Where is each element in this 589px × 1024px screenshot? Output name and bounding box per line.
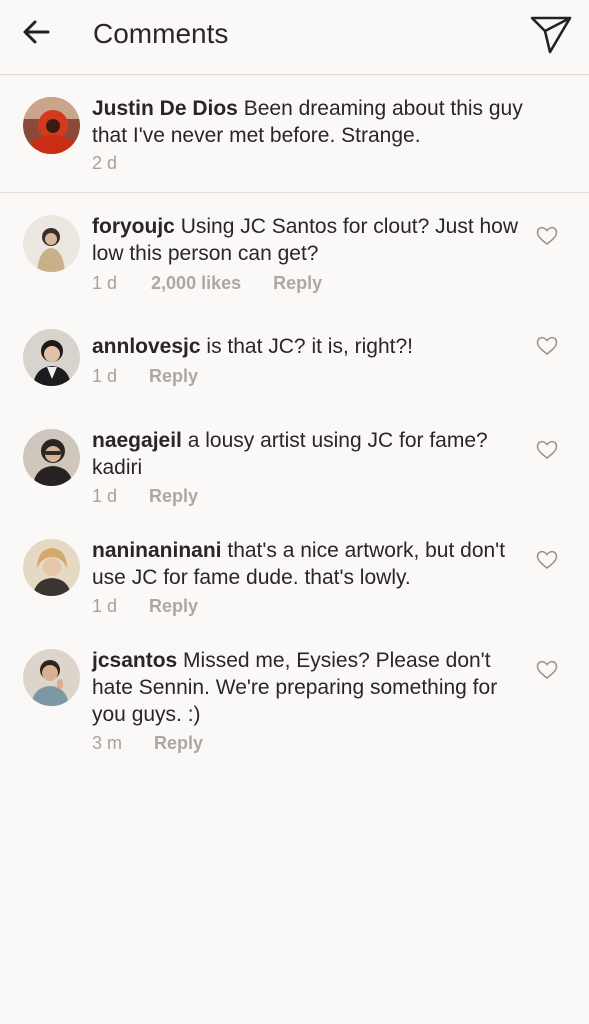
- comment-text: naninaninani that's a nice artwork, but …: [92, 537, 532, 591]
- comment-meta: 1 d Reply: [92, 364, 198, 388]
- like-button[interactable]: [536, 440, 558, 460]
- heart-outline-icon: [536, 336, 558, 355]
- like-button[interactable]: [536, 660, 558, 680]
- avatar-image: [23, 649, 80, 706]
- comment-text: foryoujc Using JC Santos for clout? Just…: [92, 213, 532, 267]
- avatar[interactable]: [23, 329, 80, 386]
- avatar-image: [23, 215, 80, 272]
- caption-text: Justin De Dios Been dreaming about this …: [92, 95, 532, 149]
- comment-time: 1 d: [92, 366, 118, 386]
- reply-button[interactable]: Reply: [273, 271, 322, 295]
- heart-outline-icon: [536, 226, 558, 245]
- back-button[interactable]: [18, 15, 54, 51]
- comment-meta: 3 m Reply: [92, 731, 203, 755]
- heart-outline-icon: [536, 660, 558, 679]
- comment-text: naegajeil a lousy artist using JC for fa…: [92, 427, 532, 481]
- avatar[interactable]: [23, 539, 80, 596]
- comment-username[interactable]: naegajeil: [92, 429, 182, 452]
- comment-item: jcsantos Missed me, Eysies? Please don't…: [0, 627, 589, 777]
- heart-outline-icon: [536, 550, 558, 569]
- avatar-image: [23, 97, 80, 154]
- comment-time: 1 d: [92, 486, 118, 506]
- arrow-left-icon: [23, 20, 50, 44]
- avatar-image: [23, 429, 80, 486]
- comment-meta: 1 d Reply: [92, 484, 198, 508]
- avatar[interactable]: [23, 649, 80, 706]
- comment-text: annlovesjc is that JC? it is, right?!: [92, 333, 532, 360]
- caption-time: 2 d: [92, 153, 118, 173]
- like-button[interactable]: [536, 226, 558, 246]
- comment-item: naegajeil a lousy artist using JC for fa…: [0, 407, 589, 527]
- like-button[interactable]: [536, 336, 558, 356]
- likes-count[interactable]: 2,000 likes: [151, 271, 241, 295]
- caption-meta: 2 d: [92, 151, 117, 175]
- comment-username[interactable]: jcsantos: [92, 649, 177, 672]
- comment-username[interactable]: annlovesjc: [92, 335, 201, 358]
- top-bar: Comments: [0, 0, 589, 75]
- caption-username[interactable]: Justin De Dios: [92, 97, 238, 120]
- comment-time: 1 d: [92, 596, 118, 616]
- reply-button[interactable]: Reply: [154, 731, 203, 755]
- share-button[interactable]: [528, 12, 574, 56]
- avatar[interactable]: [23, 215, 80, 272]
- comment-username[interactable]: foryoujc: [92, 215, 175, 238]
- avatar-image: [23, 539, 80, 596]
- like-button[interactable]: [536, 550, 558, 570]
- comment-meta: 1 d Reply: [92, 594, 198, 618]
- comment-item: naninaninani that's a nice artwork, but …: [0, 517, 589, 637]
- comment-body: is that JC? it is, right?!: [206, 335, 413, 358]
- comment-meta: 1 d 2,000 likes Reply: [92, 271, 322, 295]
- reply-button[interactable]: Reply: [149, 364, 198, 388]
- comment-item: annlovesjc is that JC? it is, right?! 1 …: [0, 313, 589, 413]
- reply-button[interactable]: Reply: [149, 594, 198, 618]
- page-title: Comments: [93, 18, 229, 49]
- paper-plane-icon: [530, 16, 572, 54]
- avatar[interactable]: [23, 97, 80, 154]
- reply-button[interactable]: Reply: [149, 484, 198, 508]
- comment-time: 3 m: [92, 733, 123, 753]
- comment-item: foryoujc Using JC Santos for clout? Just…: [0, 193, 589, 313]
- comment-username[interactable]: naninaninani: [92, 539, 222, 562]
- post-caption: Justin De Dios Been dreaming about this …: [0, 75, 589, 193]
- avatar[interactable]: [23, 429, 80, 486]
- comment-text: jcsantos Missed me, Eysies? Please don't…: [92, 647, 532, 728]
- heart-outline-icon: [536, 440, 558, 459]
- avatar-image: [23, 329, 80, 386]
- comment-time: 1 d: [92, 273, 118, 293]
